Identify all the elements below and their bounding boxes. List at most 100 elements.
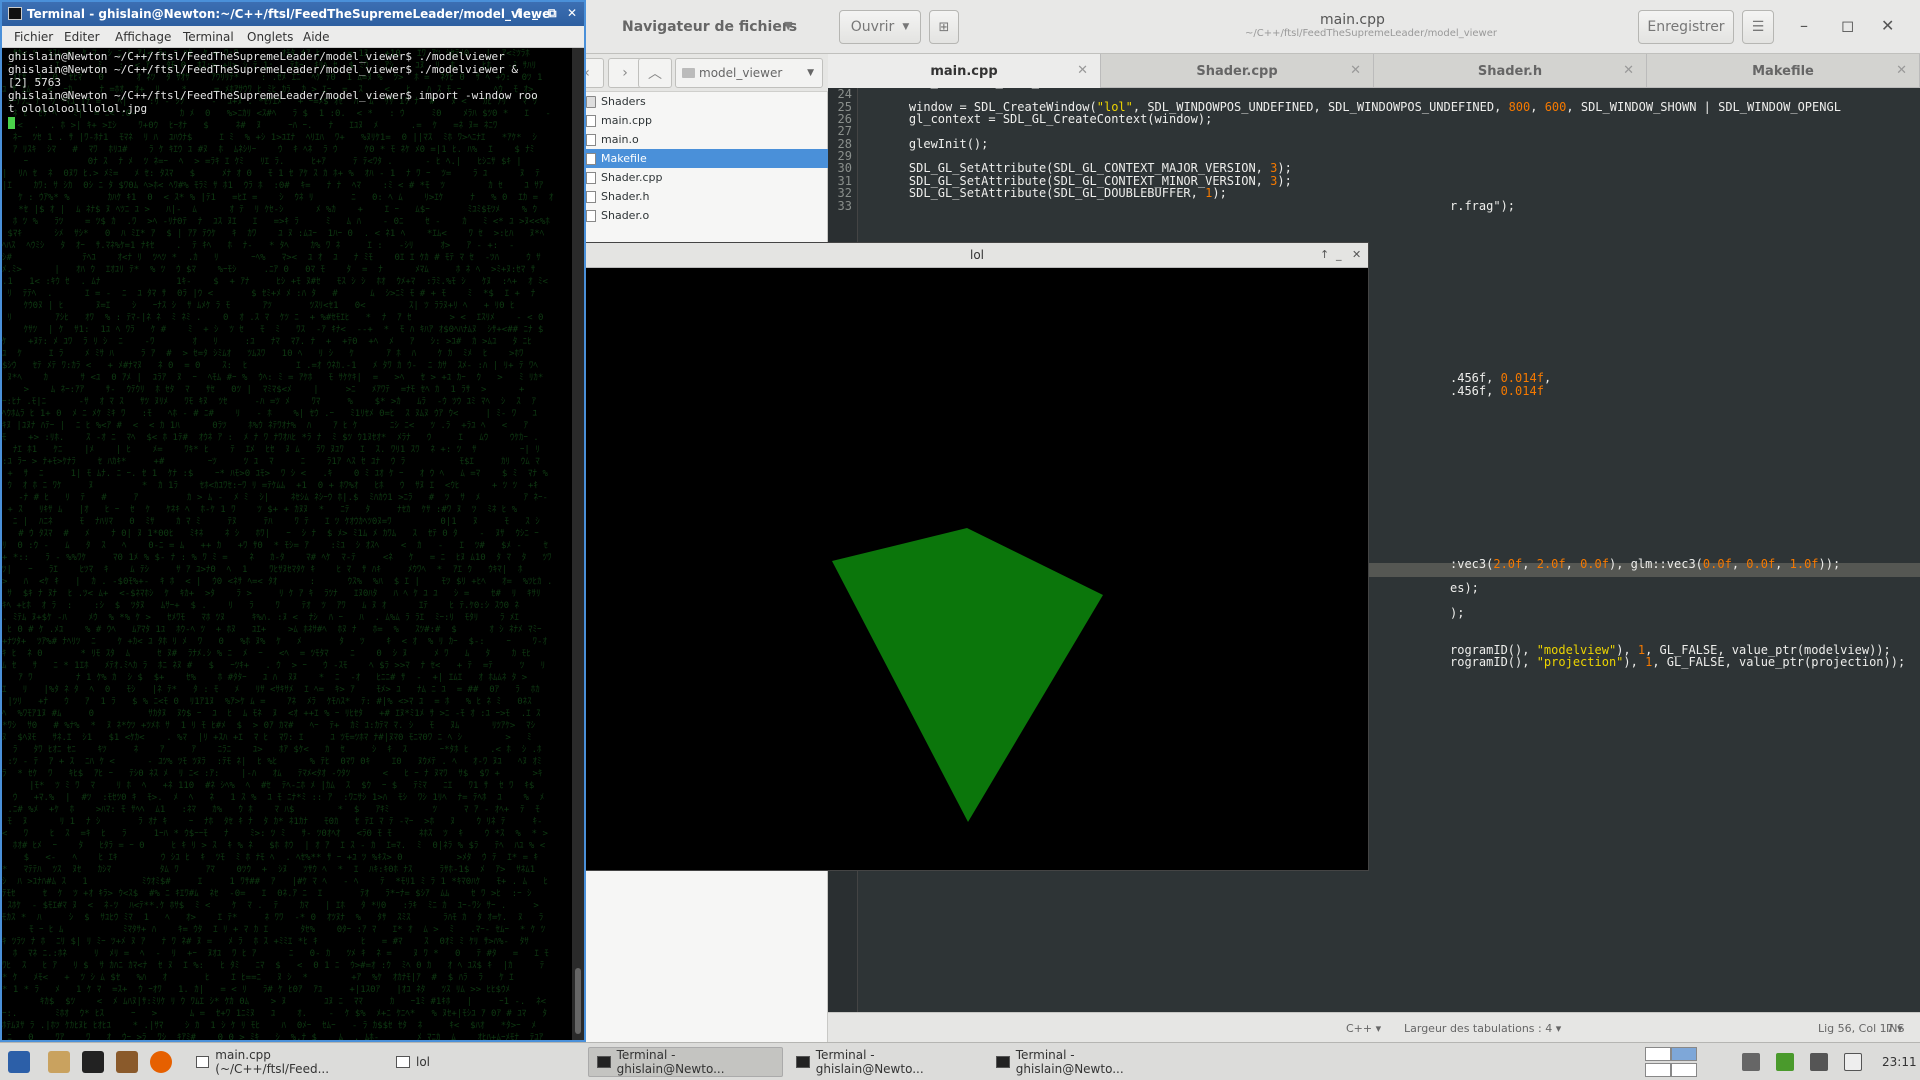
- terminal-menu-aide[interactable]: Aide: [303, 30, 330, 44]
- taskbar-task[interactable]: Terminal - ghislain@Newto...: [988, 1047, 1183, 1077]
- clock[interactable]: 23:11: [1882, 1055, 1917, 1069]
- save-button-label: Enregistrer: [1647, 19, 1725, 35]
- taskbar-task[interactable]: lol: [388, 1047, 468, 1077]
- taskbar-task[interactable]: Terminal - ghislain@Newto...: [588, 1047, 783, 1077]
- pin-icon[interactable]: ↑: [1320, 248, 1329, 261]
- terminal-window: Terminal - ghislain@Newton:~/C++/ftsl/Fe…: [0, 0, 586, 1042]
- code-text: );: [1450, 606, 1465, 621]
- clipboard-icon[interactable]: [1844, 1053, 1862, 1071]
- matrix-rain-background: ｻｶ< ﾂ ｴｽﾑ ﾊ ｹ ﾏ ｼ ﾆ ｼ ｱ|< ﾗ: ﾆ ﾊﾀ ｹ + ﾜ:…: [2, 49, 554, 1040]
- taskbar-task-label: Terminal - ghislain@Newto...: [616, 1048, 725, 1076]
- file-manager-icon[interactable]: [48, 1051, 70, 1073]
- file-name: main.o: [601, 133, 639, 146]
- file-name: Makefile: [601, 152, 647, 165]
- workspace-3[interactable]: [1645, 1063, 1671, 1077]
- workspace-1[interactable]: [1645, 1047, 1671, 1061]
- terminal-launcher-icon[interactable]: [82, 1051, 104, 1073]
- terminal-menu-fichier[interactable]: Fichier: [14, 30, 53, 44]
- folder-icon: [586, 95, 596, 108]
- terminal-menu-onglets[interactable]: Onglets: [247, 30, 293, 44]
- terminal-line: ghislain@Newton ~/C++/ftsl/FeedTheSuprem…: [8, 50, 505, 63]
- close-icon[interactable]: ✕: [1881, 16, 1894, 35]
- open-button[interactable]: Ouvrir ▼: [839, 10, 921, 44]
- up-button[interactable]: ︿: [638, 58, 672, 88]
- terminal-cursor: [8, 117, 15, 129]
- tab-width-selector[interactable]: Largeur des tabulations : 4 ▾: [1404, 1022, 1561, 1035]
- file-list-item[interactable]: Shader.h: [580, 187, 828, 206]
- scrollbar-thumb[interactable]: [575, 968, 581, 1034]
- close-icon[interactable]: ✕: [1350, 63, 1361, 78]
- network-icon[interactable]: [1810, 1053, 1828, 1071]
- terminal-line: ghislain@Newton ~/C++/ftsl/FeedTheSuprem…: [8, 89, 538, 102]
- file-list-item[interactable]: Shader.cpp: [580, 168, 828, 187]
- taskbar-task[interactable]: main.cpp (~/C++/ftsl/Feed...: [188, 1047, 378, 1077]
- terminal-line: [2] 5763: [8, 76, 61, 89]
- gedit-headerbar: Navigateur de fichiers ▼ Ouvrir ▼ ⊞ main…: [580, 0, 1920, 54]
- maximize-icon[interactable]: ⧉: [548, 6, 557, 21]
- new-document-button[interactable]: ⊞: [929, 10, 959, 44]
- taskbar-task-label: lol: [416, 1055, 431, 1069]
- terminal-menubar: Fichier Editer Affichage Terminal Onglets Aid…: [2, 26, 584, 48]
- tab-label: main.cpp: [930, 63, 998, 79]
- chevron-right-icon: ›: [622, 65, 628, 81]
- code-fragment: r.frag");: [1450, 199, 1515, 214]
- forward-button[interactable]: ›: [608, 58, 642, 88]
- tab-makefile[interactable]: Makefile ✕: [1647, 54, 1920, 88]
- opengl-canvas: [832, 528, 1103, 822]
- tab-shader-h[interactable]: Shader.h ✕: [1374, 54, 1647, 88]
- file-list-item[interactable]: Shader.o: [580, 206, 828, 225]
- code-text: SDL_GL_SetAttribute(SDL_GL_DOUBLEBUFFER,…: [880, 186, 1227, 201]
- tab-main-cpp[interactable]: main.cpp ✕: [828, 54, 1101, 88]
- terminal-menu-editer[interactable]: Editer: [64, 30, 100, 44]
- paint-brush-icon[interactable]: [116, 1051, 138, 1073]
- file-name: Shaders: [601, 95, 646, 108]
- menu-button[interactable]: ☰: [1742, 10, 1774, 44]
- file-browser-label[interactable]: Navigateur de fichiers: [622, 19, 797, 35]
- minimize-icon[interactable]: _: [1336, 248, 1342, 261]
- file-list-item[interactable]: Shaders: [580, 92, 828, 111]
- close-icon[interactable]: ✕: [1623, 63, 1634, 78]
- folder-selector[interactable]: model_viewer ▼: [675, 58, 823, 88]
- chevron-down-icon[interactable]: ▼: [784, 19, 792, 32]
- file-name: main.cpp: [601, 114, 652, 127]
- terminal-line: ghislain@Newton ~/C++/ftsl/FeedTheSuprem…: [8, 63, 518, 76]
- tab-label: Shader.h: [1477, 63, 1543, 79]
- close-icon[interactable]: ✕: [1896, 63, 1907, 78]
- save-button[interactable]: Enregistrer: [1638, 10, 1734, 44]
- xfce-menu-icon[interactable]: [8, 1051, 30, 1073]
- code-text: rogramID(), "projection"), 1, GL_FALSE, …: [1450, 655, 1906, 670]
- battery-icon[interactable]: [1776, 1053, 1794, 1071]
- terminal-menu-affichage[interactable]: Affichage: [115, 30, 171, 44]
- volume-icon[interactable]: [1742, 1053, 1760, 1071]
- folder-selector-label: model_viewer: [699, 66, 783, 80]
- close-icon[interactable]: ✕: [1077, 63, 1088, 78]
- maximize-icon[interactable]: ◻: [1841, 16, 1854, 35]
- minimize-icon[interactable]: _: [532, 6, 538, 20]
- close-icon[interactable]: ✕: [1352, 248, 1361, 261]
- language-label: C++: [1346, 1022, 1373, 1035]
- language-selector[interactable]: C++ ▾: [1346, 1022, 1381, 1035]
- file-icon: [586, 133, 596, 146]
- minimize-icon[interactable]: –: [1800, 16, 1808, 35]
- tab-label: Shader.cpp: [1196, 63, 1278, 79]
- terminal-window-title: Terminal - ghislain@Newton:~/C++/ftsl/Fe…: [27, 7, 551, 21]
- close-icon[interactable]: ✕: [567, 6, 577, 20]
- workspace-2[interactable]: [1671, 1047, 1697, 1061]
- terminal-titlebar[interactable]: Terminal - ghislain@Newton:~/C++/ftsl/Fe…: [2, 2, 584, 26]
- terminal-output[interactable]: ｻｶ< ﾂ ｴｽﾑ ﾊ ｹ ﾏ ｼ ﾆ ｼ ｱ|< ﾗ: ﾆ ﾊﾀ ｹ + ﾜ:…: [2, 48, 572, 1040]
- file-list-item[interactable]: Makefile: [580, 149, 828, 168]
- taskbar-task[interactable]: Terminal - ghislain@Newto...: [788, 1047, 983, 1077]
- lol-titlebar[interactable]: lol ↑ _ ✕: [586, 243, 1368, 268]
- file-icon: [586, 190, 596, 203]
- terminal-menu-terminal[interactable]: Terminal: [183, 30, 234, 44]
- file-list-item[interactable]: main.cpp: [580, 111, 828, 130]
- code-text: es);: [1450, 581, 1479, 596]
- file-list-item[interactable]: main.o: [580, 130, 828, 149]
- workspace-4[interactable]: [1671, 1063, 1697, 1077]
- firefox-icon[interactable]: [150, 1051, 172, 1073]
- taskbar-task-label: main.cpp (~/C++/ftsl/Feed...: [215, 1048, 330, 1076]
- pin-icon[interactable]: ↑: [514, 6, 524, 20]
- terminal-scrollbar[interactable]: [572, 48, 584, 1040]
- tab-shader-cpp[interactable]: Shader.cpp ✕: [1101, 54, 1374, 88]
- folder-icon: [682, 68, 695, 78]
